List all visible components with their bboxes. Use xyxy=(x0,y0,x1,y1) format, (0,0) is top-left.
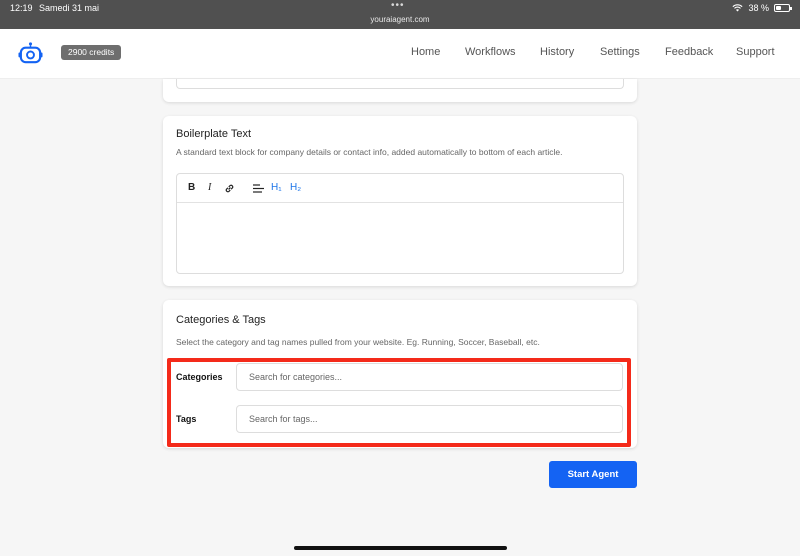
categories-label: Categories xyxy=(176,372,223,382)
wifi-icon xyxy=(732,4,744,12)
start-agent-button[interactable]: Start Agent xyxy=(549,461,637,488)
boilerplate-description: A standard text block for company detail… xyxy=(176,147,563,157)
credits-badge: 2900 credits xyxy=(61,45,122,60)
nav-history[interactable]: History xyxy=(540,46,574,58)
boilerplate-title: Boilerplate Text xyxy=(176,128,252,140)
address-url[interactable]: youraiagent.com xyxy=(0,15,800,24)
align-left-icon[interactable] xyxy=(253,184,264,193)
status-right: 38 % xyxy=(732,3,792,13)
battery-icon xyxy=(774,4,792,12)
battery-percent: 38 % xyxy=(748,3,769,13)
home-indicator xyxy=(294,546,507,550)
heading2-button[interactable]: H₂ xyxy=(290,182,301,193)
editor-toolbar: B I H₁ H₂ xyxy=(177,174,623,203)
boilerplate-card: Boilerplate Text A standard text block f… xyxy=(163,116,637,286)
italic-button[interactable]: I xyxy=(208,182,211,193)
previous-card xyxy=(163,79,637,102)
tags-search-input[interactable] xyxy=(236,405,623,433)
nav-support[interactable]: Support xyxy=(736,46,775,58)
categories-tags-title: Categories & Tags xyxy=(176,314,266,326)
nav-settings[interactable]: Settings xyxy=(600,46,640,58)
heading1-button[interactable]: H₁ xyxy=(271,182,282,193)
nav-workflows[interactable]: Workflows xyxy=(465,46,516,58)
categories-tags-description: Select the category and tag names pulled… xyxy=(176,337,540,347)
categories-search-input[interactable] xyxy=(236,363,623,391)
robot-logo-icon[interactable] xyxy=(18,41,43,66)
boilerplate-editor[interactable]: B I H₁ H₂ xyxy=(176,173,624,274)
categories-tags-card: Categories & Tags Select the category an… xyxy=(163,300,637,448)
top-navbar: 2900 credits Home Workflows History Sett… xyxy=(0,29,800,79)
status-date: Samedi 31 mai xyxy=(39,3,100,13)
status-time: 12:19 xyxy=(10,3,33,13)
tags-label: Tags xyxy=(176,414,197,424)
link-icon[interactable] xyxy=(224,183,235,194)
nav-feedback[interactable]: Feedback xyxy=(665,46,713,58)
nav-home[interactable]: Home xyxy=(411,46,440,58)
status-bar: 12:19 Samedi 31 mai ••• youraiagent.com … xyxy=(0,0,800,29)
previous-field[interactable] xyxy=(176,79,624,89)
bold-button[interactable]: B xyxy=(188,182,195,193)
more-dots-icon[interactable]: ••• xyxy=(391,0,405,11)
